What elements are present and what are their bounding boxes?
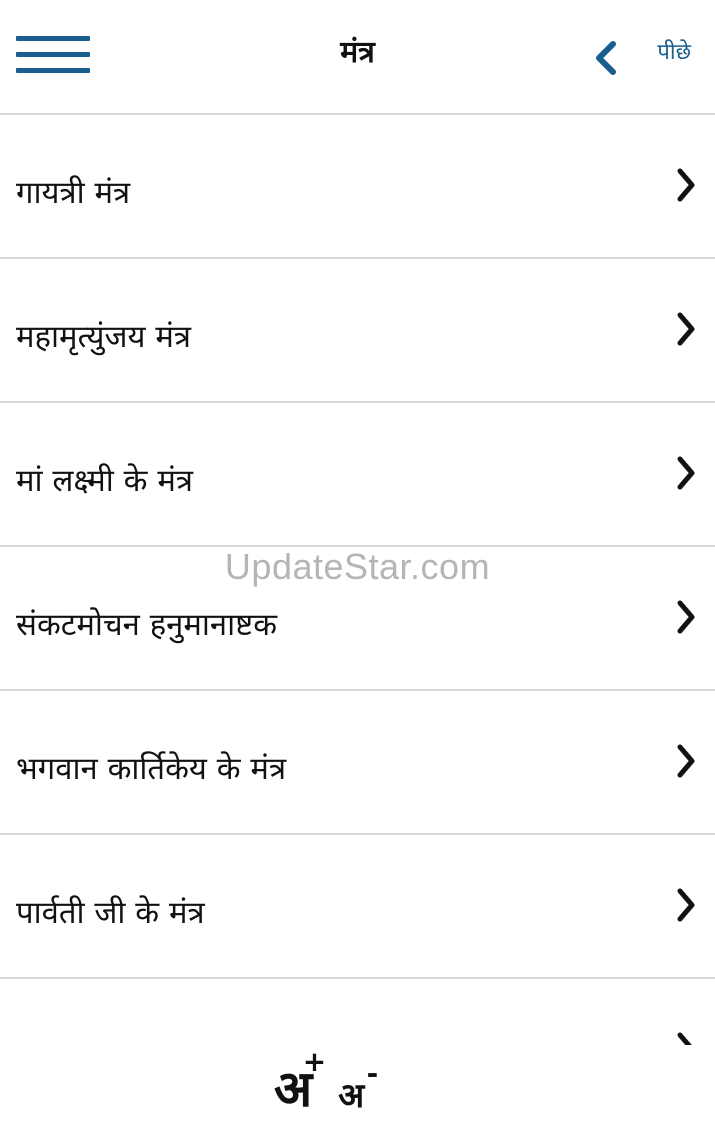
list-item-label: गायत्री मंत्र <box>16 175 131 211</box>
list-item[interactable]: महामृत्युंजय मंत्र <box>0 259 715 403</box>
font-size-controls: अ + अ - <box>274 1045 378 1121</box>
chevron-right-icon <box>677 744 695 778</box>
list-item-label: भगवान कार्तिकेय के मंत्र <box>16 751 287 787</box>
list-item-label: मां लक्ष्मी के मंत्र <box>16 463 193 499</box>
list-item[interactable]: संकटमोचन हनुमानाष्टक <box>0 547 715 691</box>
minus-sign: - <box>366 1057 379 1090</box>
chevron-right-icon <box>677 456 695 490</box>
hamburger-menu-icon[interactable] <box>16 36 90 76</box>
decrease-font-button[interactable]: अ - <box>338 1057 378 1117</box>
chevron-right-icon <box>677 168 695 202</box>
list-item[interactable]: मां लक्ष्मी के मंत्र <box>0 403 715 547</box>
back-button-label: पीछे <box>657 40 691 65</box>
list-item-label: महामृत्युंजय मंत्र <box>16 319 192 355</box>
chevron-right-icon <box>677 888 695 922</box>
plus-sign: + <box>302 1045 327 1078</box>
list-item-label: संकटमोचन हनुमानाष्टक <box>16 607 278 643</box>
menu-bar-bottom <box>16 68 90 73</box>
menu-bar-top <box>16 36 90 41</box>
header-bar: मंत्र पीछे <box>0 0 715 115</box>
list-item[interactable]: भगवान कार्तिकेय के मंत्र <box>0 691 715 835</box>
back-button[interactable]: पीछे <box>591 34 691 84</box>
list-item[interactable]: पार्वती जी के मंत्र <box>0 835 715 979</box>
chevron-right-icon <box>677 312 695 346</box>
chevron-right-icon <box>677 600 695 634</box>
chevron-left-icon <box>596 41 617 75</box>
app-screen: मंत्र पीछे गायत्री मंत्र महामृत्युंजय मं… <box>0 0 715 1129</box>
decrease-font-letter: अ <box>338 1076 365 1116</box>
menu-bar-middle <box>16 52 90 57</box>
increase-font-button[interactable]: अ + <box>274 1045 326 1121</box>
list-item[interactable]: गायत्री मंत्र <box>0 115 715 259</box>
font-size-footer: अ + अ - <box>0 1045 715 1129</box>
mantra-list: गायत्री मंत्र महामृत्युंजय मंत्र मां लक्… <box>0 115 715 1123</box>
list-item-label: पार्वती जी के मंत्र <box>16 895 205 931</box>
